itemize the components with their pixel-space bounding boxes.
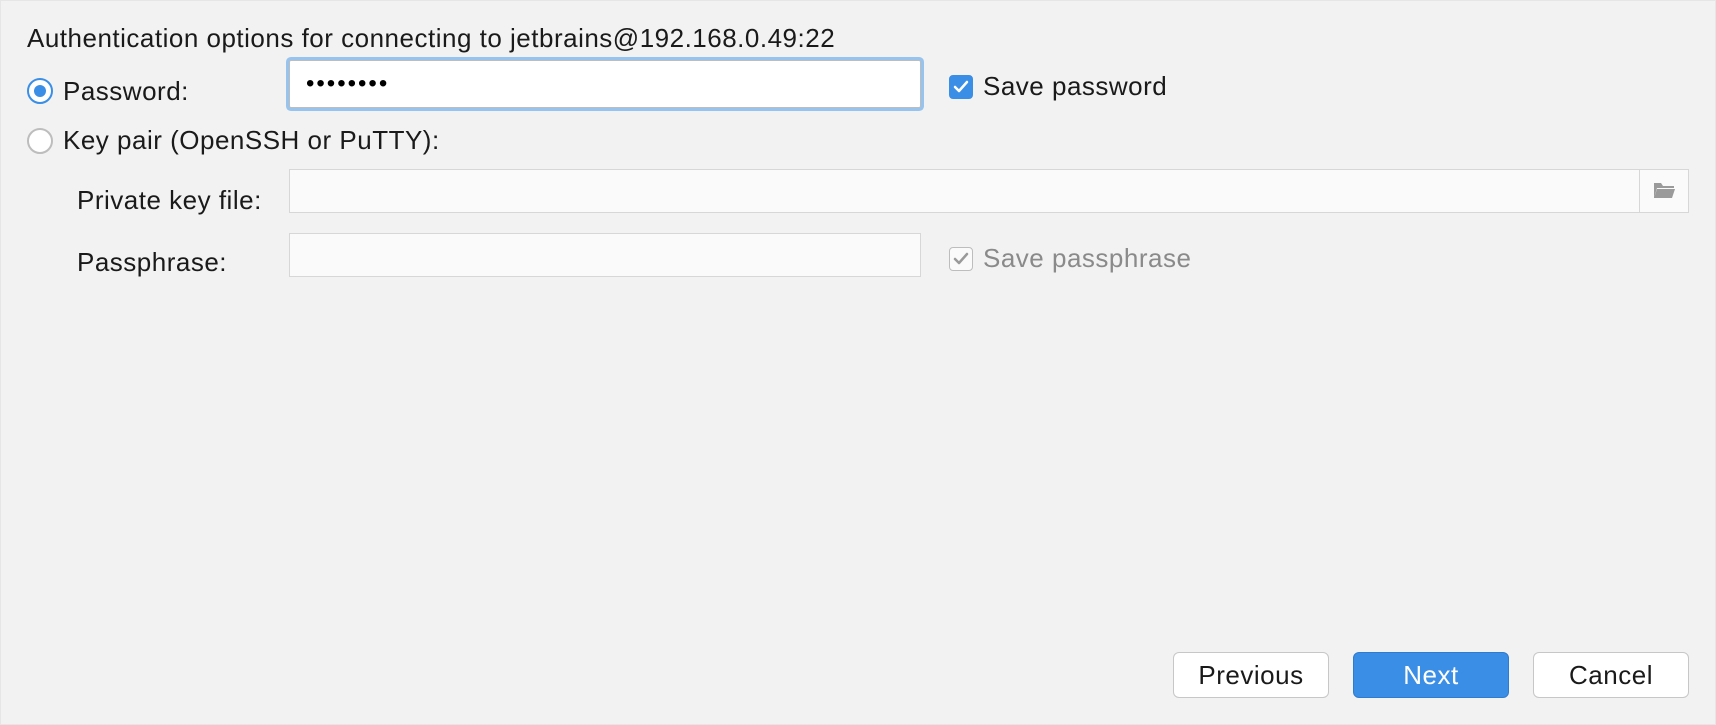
password-radio[interactable] (27, 78, 53, 104)
cancel-button[interactable]: Cancel (1533, 652, 1689, 698)
save-password-group[interactable]: Save password (949, 71, 1167, 102)
save-passphrase-label: Save passphrase (983, 243, 1191, 274)
folder-open-icon (1652, 176, 1676, 207)
password-radio-label[interactable]: Password: (63, 76, 189, 107)
previous-button[interactable]: Previous (1173, 652, 1329, 698)
save-password-label: Save password (983, 71, 1167, 102)
save-passphrase-group: Save passphrase (949, 243, 1191, 274)
password-input[interactable] (304, 69, 906, 99)
private-key-input[interactable] (289, 169, 1639, 213)
passphrase-label: Passphrase: (77, 247, 227, 278)
keypair-radio-label: Key pair (OpenSSH or PuTTY): (63, 125, 440, 156)
private-key-row (289, 169, 1689, 213)
save-password-checkbox[interactable] (949, 75, 973, 99)
dialog-footer: Previous Next Cancel (1173, 652, 1689, 698)
save-passphrase-checkbox (949, 247, 973, 271)
password-input-wrap (289, 60, 921, 108)
keypair-radio[interactable] (27, 128, 53, 154)
private-key-label: Private key file: (77, 185, 262, 216)
auth-dialog: Authentication options for connecting to… (0, 0, 1716, 725)
next-button[interactable]: Next (1353, 652, 1509, 698)
dialog-title: Authentication options for connecting to… (27, 23, 835, 54)
keypair-row[interactable]: Key pair (OpenSSH or PuTTY): (27, 125, 440, 156)
browse-button[interactable] (1639, 169, 1689, 213)
passphrase-input[interactable] (289, 233, 921, 277)
